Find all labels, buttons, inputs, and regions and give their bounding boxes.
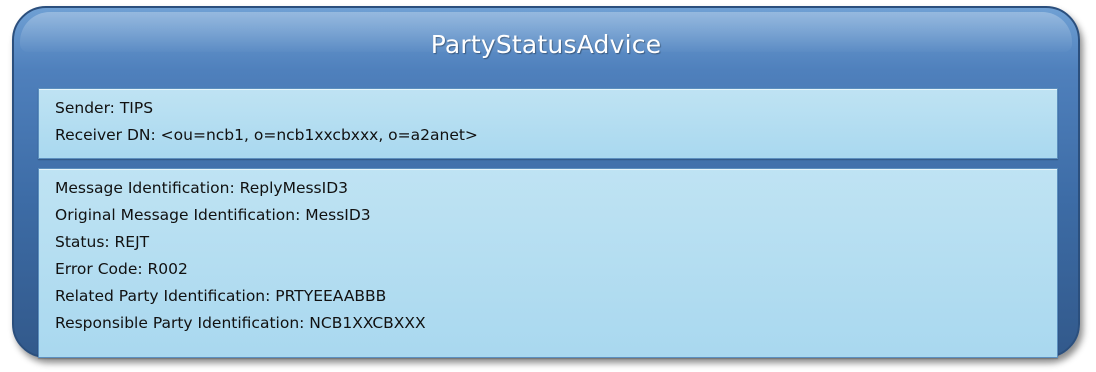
routing-panel: Sender: TIPS Receiver DN: <ou=ncb1, o=nc… (38, 88, 1058, 159)
error-code-line: Error Code: R002 (55, 260, 188, 278)
original-message-identification-line: Original Message Identification: MessID3 (55, 206, 371, 224)
content-panel: Message Identification: ReplyMessID3 Ori… (38, 168, 1058, 358)
receiver-line: Receiver DN: <ou=ncb1, o=ncb1xxcbxxx, o=… (55, 126, 478, 144)
related-party-identification-line: Related Party Identification: PRTYEEAABB… (55, 287, 387, 305)
responsible-party-identification-line: Responsible Party Identification: NCB1XX… (55, 314, 426, 332)
message-frame: PartyStatusAdvice Sender: TIPS Receiver … (12, 6, 1080, 358)
sender-line: Sender: TIPS (55, 99, 154, 117)
status-line: Status: REJT (55, 233, 150, 251)
message-identification-line: Message Identification: ReplyMessID3 (55, 179, 348, 197)
message-title: PartyStatusAdvice (430, 30, 662, 59)
